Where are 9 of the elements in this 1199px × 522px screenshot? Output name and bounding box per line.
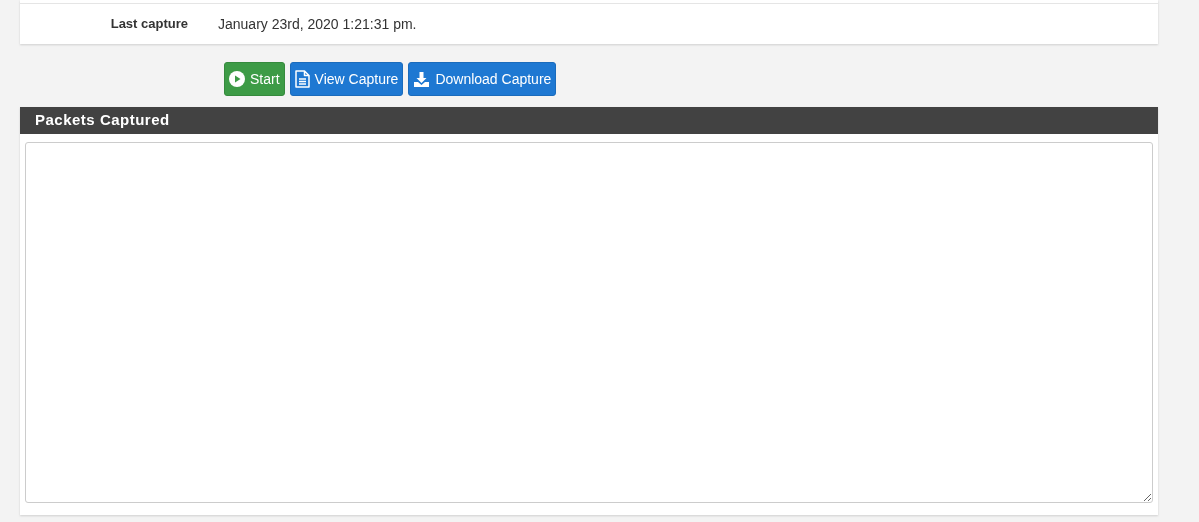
- field-label: Last capture: [109, 15, 188, 34]
- play-icon: [229, 71, 245, 87]
- download-button[interactable]: Download Capture: [408, 62, 557, 96]
- download-icon: [413, 70, 431, 88]
- panel-title: Packets Captured: [35, 110, 170, 131]
- document-icon: [294, 70, 310, 88]
- view-button[interactable]: View Capture: [289, 62, 404, 96]
- start-button[interactable]: Start: [224, 62, 285, 96]
- field-value: January 23rd, 2020 1:21:31 pm.: [218, 14, 417, 34]
